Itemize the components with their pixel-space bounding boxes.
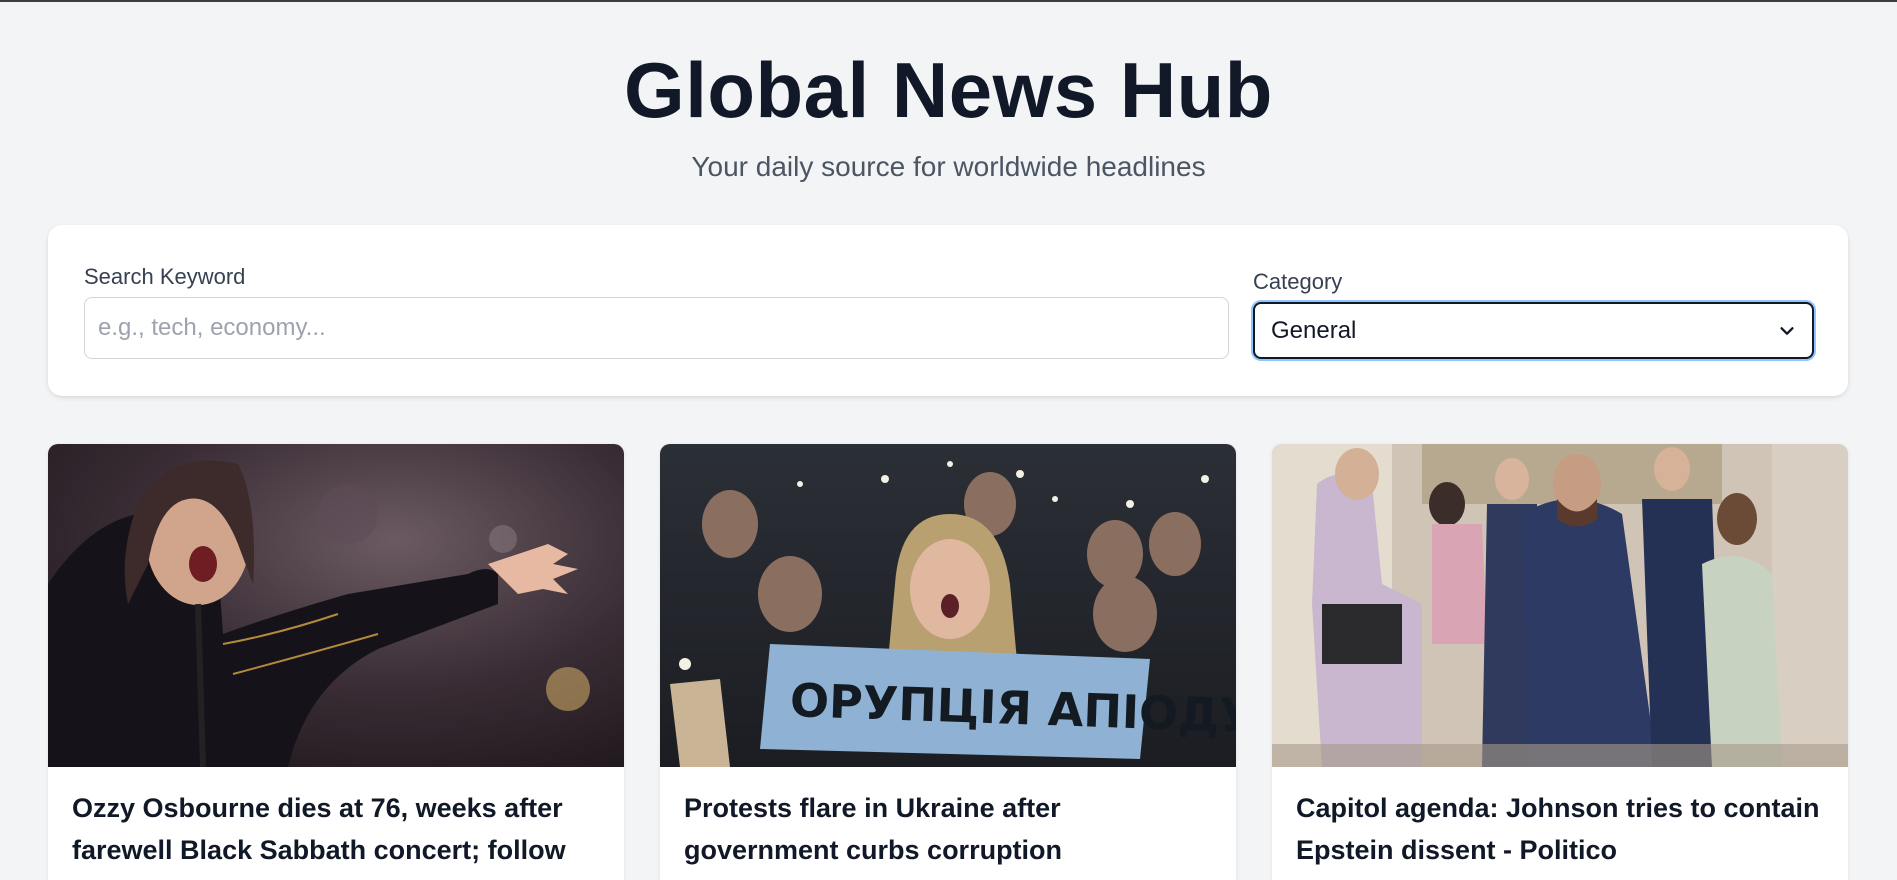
- category-label: Category: [1253, 269, 1343, 294]
- concert-singer-photo: [48, 444, 624, 767]
- capitol-hallway-photo: [1272, 444, 1848, 767]
- page-subtitle: Your daily source for worldwide headline…: [691, 151, 1206, 182]
- news-card[interactable]: ОРУПЦІЯ АПІОДУЄ Protests flare in Ukrain…: [660, 444, 1236, 880]
- search-keyword-label: Search Keyword: [84, 264, 246, 289]
- category-select[interactable]: General: [1253, 302, 1814, 359]
- search-panel: Search Keyword Category General: [48, 225, 1848, 396]
- page-header: Global News Hub Your daily source for wo…: [0, 2, 1897, 184]
- news-card-title[interactable]: Protests flare in Ukraine after governme…: [660, 767, 1236, 871]
- chevron-down-icon: [1780, 326, 1794, 335]
- news-card[interactable]: Ozzy Osbourne dies at 76, weeks after fa…: [48, 444, 624, 880]
- news-card[interactable]: Capitol agenda: Johnson tries to contain…: [1272, 444, 1848, 880]
- news-card-title[interactable]: Capitol agenda: Johnson tries to contain…: [1272, 767, 1848, 871]
- category-selected-value: General: [1271, 316, 1357, 344]
- news-grid: Ozzy Osbourne dies at 76, weeks after fa…: [48, 444, 1848, 880]
- news-card-title[interactable]: Ozzy Osbourne dies at 76, weeks after fa…: [48, 767, 624, 871]
- search-keyword-input[interactable]: [84, 297, 1229, 359]
- page-title: Global News Hub: [624, 46, 1273, 134]
- protest-crowd-photo: ОРУПЦІЯ АПІОДУЄ: [660, 444, 1236, 767]
